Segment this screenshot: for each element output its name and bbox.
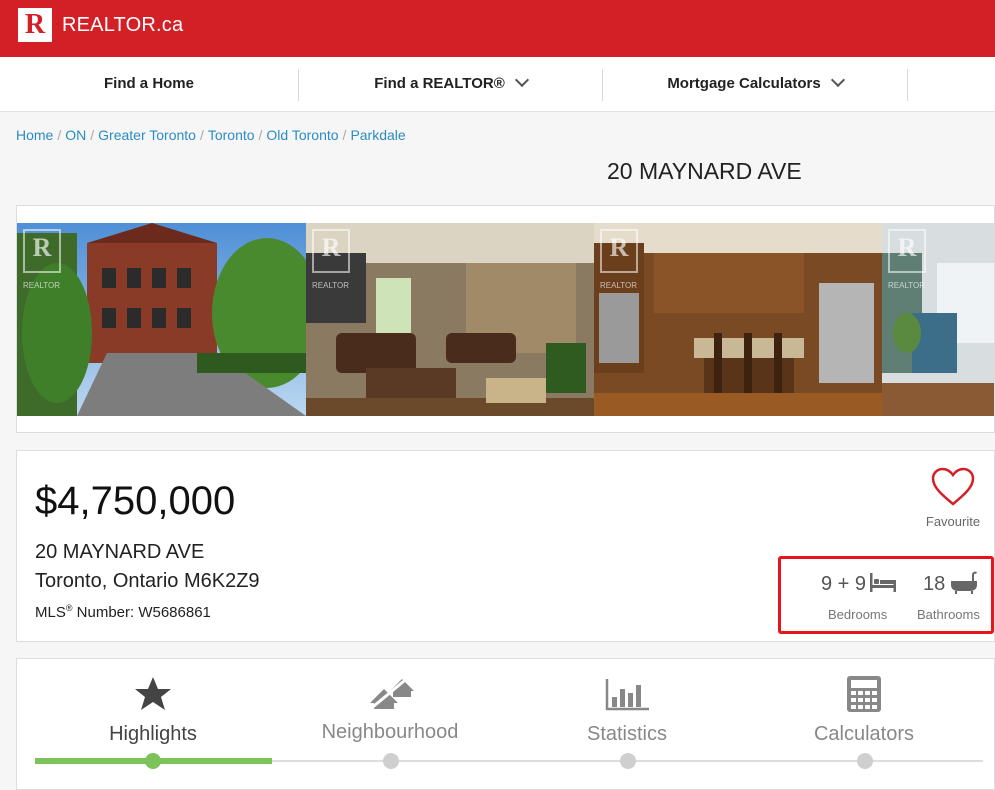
favourite-label: Favourite: [925, 514, 981, 529]
tab-dot-statistics[interactable]: [620, 753, 636, 769]
tab-dot-neighbourhood[interactable]: [383, 753, 399, 769]
nav-find-realtor[interactable]: Find a REALTOR®: [299, 57, 602, 111]
nav-find-home-label: Find a Home: [103, 75, 194, 92]
bedrooms-value: 9 + 9: [821, 573, 867, 595]
realtor-logo-icon[interactable]: R: [18, 8, 52, 42]
brand-name[interactable]: REALTOR.ca: [62, 14, 183, 37]
mls-number: MLS® Number: W5686861: [35, 603, 211, 621]
nav-find-realtor-label: Find a REALTOR®: [374, 75, 505, 92]
mls-value: Number: W5686861: [72, 604, 211, 621]
nav-mortgage-calculators[interactable]: Mortgage Calculators: [603, 57, 907, 111]
star-icon: [35, 673, 271, 713]
photo-exterior[interactable]: R REALTOR: [17, 223, 306, 416]
tab-dot-calculators[interactable]: [857, 753, 873, 769]
nav-mortgage-label: Mortgage Calculators: [667, 75, 821, 92]
listing-info-card: $4,750,000 20 MAYNARD AVE Toronto, Ontar…: [16, 450, 995, 642]
mls-prefix: MLS: [35, 604, 66, 621]
bathrooms-value: 18: [923, 573, 946, 595]
realtor-watermark-icon: R REALTOR: [312, 229, 350, 290]
bathrooms-label: Bathrooms: [917, 607, 980, 622]
photo-kitchen[interactable]: R REALTOR: [594, 223, 882, 416]
neighbourhood-icon: [272, 673, 508, 713]
tab-dot-highlights[interactable]: [145, 753, 161, 769]
nav-find-home[interactable]: Find a Home: [0, 57, 298, 111]
photo-room[interactable]: R REALTOR: [882, 223, 994, 416]
breadcrumb-separator: /: [342, 127, 347, 143]
favourite-button[interactable]: Favourite: [913, 467, 993, 529]
listing-city-line: Toronto, Ontario M6K2Z9: [35, 570, 260, 592]
breadcrumb-separator: /: [258, 127, 263, 143]
heart-icon: [931, 467, 975, 506]
logo-letter: R: [24, 9, 46, 40]
main-nav: Find a Home Find a REALTOR® Mortgage Cal…: [0, 57, 995, 112]
beds-baths-highlight: 9 + 9 Bedrooms 18 Bathrooms: [778, 556, 994, 634]
realtor-watermark-icon: R REALTOR: [888, 229, 926, 290]
breadcrumb-separator: /: [90, 127, 95, 143]
nav-divider: [907, 69, 908, 101]
tab-calculators-label: Calculators: [813, 723, 915, 745]
breadcrumb-region[interactable]: Greater Toronto: [98, 127, 196, 143]
bedrooms-label: Bedrooms: [828, 607, 888, 622]
chevron-down-icon: [830, 72, 845, 88]
bar-chart-icon: [509, 673, 745, 713]
breadcrumb-home[interactable]: Home: [16, 127, 53, 143]
realtor-watermark-icon: R REALTOR: [600, 229, 638, 290]
breadcrumb-separator: /: [57, 127, 62, 143]
realtor-watermark-icon: R REALTOR: [23, 229, 61, 290]
calculator-icon: [746, 673, 982, 713]
tab-statistics-label: Statistics: [586, 723, 668, 745]
breadcrumb-district[interactable]: Old Toronto: [266, 127, 338, 143]
listing-title: 20 MAYNARD AVE: [607, 158, 802, 184]
listing-street: 20 MAYNARD AVE: [35, 541, 205, 563]
photo-living-room[interactable]: R REALTOR: [306, 223, 594, 416]
detail-tabs: Highlights Neighbourhood Statistics Calc…: [16, 658, 995, 790]
chevron-down-icon: [514, 72, 529, 88]
breadcrumb-neighbourhood[interactable]: Parkdale: [350, 127, 405, 143]
breadcrumb-city[interactable]: Toronto: [208, 127, 255, 143]
tab-highlights-label: Highlights: [109, 723, 197, 745]
bathtub-icon: [951, 571, 978, 594]
breadcrumb-province[interactable]: ON: [65, 127, 86, 143]
breadcrumb: Home / ON / Greater Toronto / Toronto / Old Toro…: [16, 127, 406, 143]
photo-gallery: R REALTOR R REALTOR R REALTOR R REALTOR: [16, 205, 995, 433]
breadcrumb-separator: /: [199, 127, 204, 143]
top-bar: R REALTOR.ca: [0, 0, 995, 57]
bed-icon: [870, 573, 896, 592]
listing-price: $4,750,000: [35, 479, 236, 523]
tab-neighbourhood-label: Neighbourhood: [321, 721, 459, 743]
